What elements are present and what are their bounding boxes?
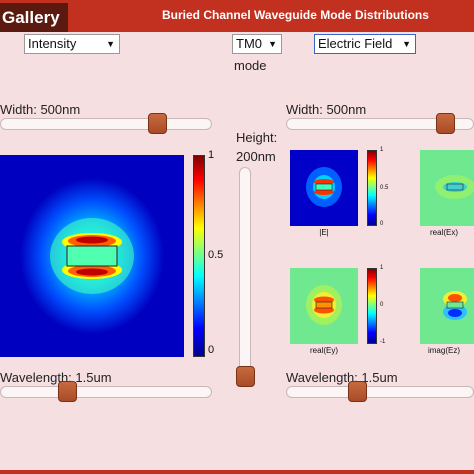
page-title: Buried Channel Waveguide Mode Distributi…	[162, 8, 429, 22]
real-ey-colorbar-tick-mid: 0	[380, 302, 384, 308]
right-wavelength-label: Wavelength: 1.5um	[286, 370, 398, 385]
real-ey-image	[306, 285, 342, 325]
height-slider-track[interactable]	[239, 167, 251, 379]
mode-select-value: TM0	[236, 36, 262, 51]
abs-e-colorbar	[367, 150, 377, 226]
height-value-label: 200nm	[236, 149, 276, 164]
field-select-value: Electric Field	[318, 36, 393, 51]
real-ey-label: real(Ey)	[309, 346, 338, 355]
footer-bar	[0, 470, 474, 474]
imag-ez-plot	[420, 268, 474, 344]
main-colorbar-tick-min: 0	[208, 344, 215, 356]
real-ey-colorbar	[367, 268, 377, 344]
imag-ez-image	[443, 291, 467, 320]
quantity-select-value: Intensity	[28, 36, 77, 51]
mode-label: mode	[234, 58, 267, 73]
field-select[interactable]: Electric Field ▼	[314, 34, 416, 54]
main-colorbar-tick-mid: 0.5	[208, 249, 224, 261]
gallery-tab[interactable]: Gallery	[0, 3, 68, 32]
height-label: Height:	[236, 130, 278, 145]
chevron-down-icon: ▼	[268, 39, 277, 49]
imag-ez-label: imag(Ez)	[427, 346, 460, 355]
real-ex-plot	[420, 150, 474, 226]
right-wavelength-slider-thumb[interactable]	[348, 381, 367, 402]
right-wavelength-slider-track[interactable]	[286, 386, 474, 398]
left-width-slider-track[interactable]	[0, 118, 212, 130]
left-wavelength-label: Wavelength: 1.5um	[0, 370, 112, 385]
main-colorbar	[193, 155, 205, 357]
abs-e-colorbar-tick-max: 1	[380, 147, 384, 153]
main-intensity-plot	[0, 155, 184, 357]
real-ey-colorbar-tick-max: 1	[380, 265, 384, 271]
left-wavelength-slider-track[interactable]	[0, 386, 212, 398]
real-ey-plot	[290, 268, 358, 344]
real-ex-label: real(Ex)	[429, 228, 458, 237]
mode-select[interactable]: TM0 ▼	[232, 34, 282, 54]
height-slider-thumb[interactable]	[236, 366, 255, 387]
real-ey-colorbar-tick-min: -1	[380, 339, 386, 345]
real-ex-image	[435, 175, 474, 199]
left-width-slider-thumb[interactable]	[148, 113, 167, 134]
abs-e-label: |E|	[319, 228, 329, 237]
abs-e-image	[306, 167, 342, 207]
abs-e-plot	[290, 150, 358, 226]
chevron-down-icon: ▼	[402, 39, 411, 49]
header-bar: Gallery Buried Channel Waveguide Mode Di…	[0, 0, 474, 32]
left-width-label: Width: 500nm	[0, 102, 81, 117]
right-width-slider-thumb[interactable]	[436, 113, 455, 134]
chevron-down-icon: ▼	[106, 39, 115, 49]
quantity-select[interactable]: Intensity ▼	[24, 34, 120, 54]
right-width-label: Width: 500nm	[286, 102, 367, 117]
main-colorbar-tick-max: 1	[208, 149, 215, 161]
left-wavelength-slider-thumb[interactable]	[58, 381, 77, 402]
abs-e-colorbar-tick-min: 0	[380, 221, 384, 227]
abs-e-colorbar-tick-mid: 0.5	[380, 185, 389, 191]
main-intensity-image	[20, 178, 164, 334]
